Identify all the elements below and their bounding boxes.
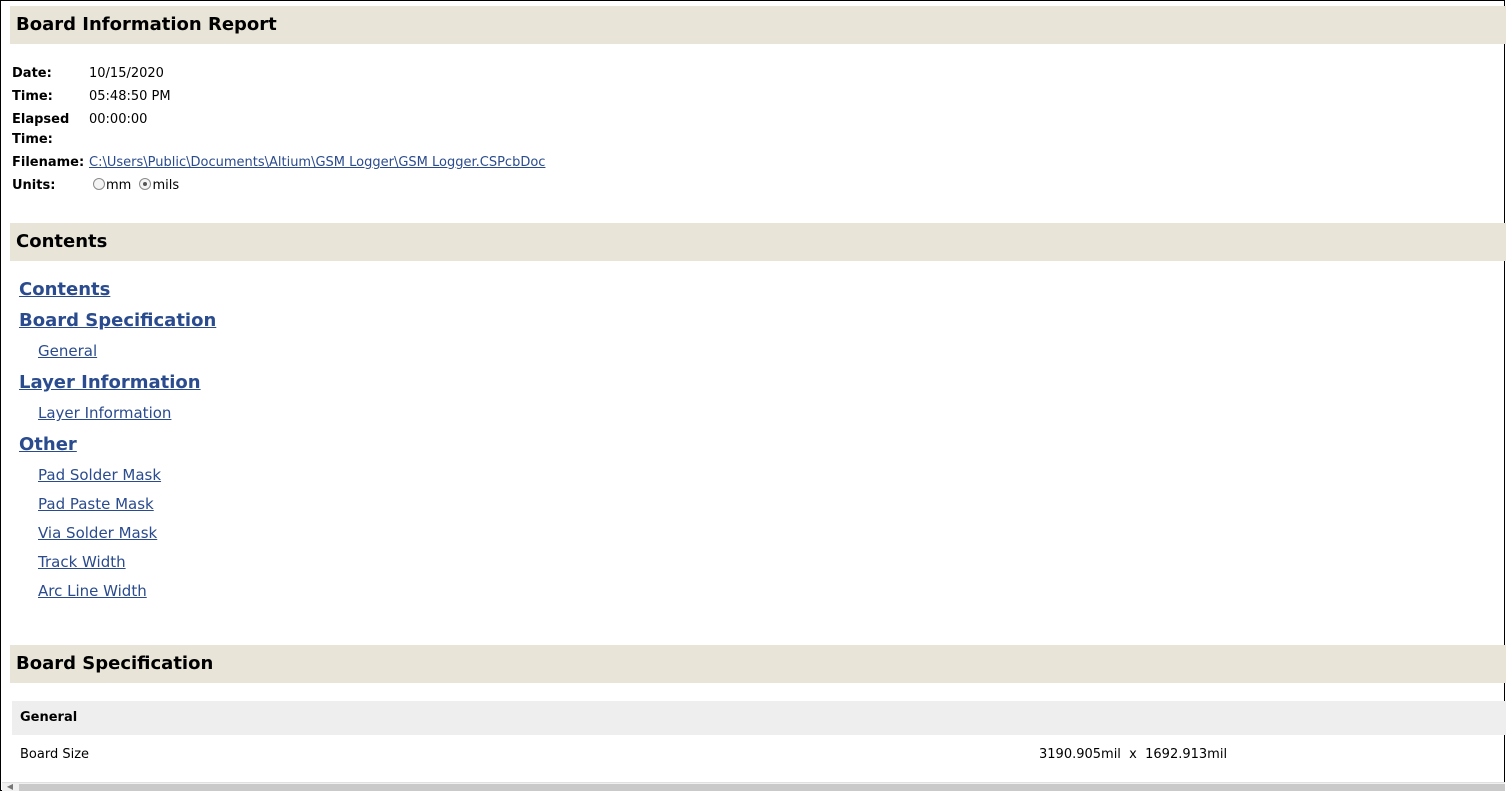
report-meta: Date: 10/15/2020 Time: 05:48:50 PM Elaps… — [12, 61, 545, 196]
report-page: Board Information Report Date: 10/15/202… — [0, 0, 1506, 791]
elapsed-value: 00:00:00 — [89, 112, 148, 127]
board-specification-header: Board Specification — [10, 645, 1506, 683]
filename-label: Filename: — [12, 155, 85, 170]
time-row: Time: 05:48:50 PM — [12, 84, 545, 107]
toc-pad-paste-mask-link[interactable]: Pad Paste Mask — [38, 493, 216, 522]
units-row: Units: mm mils — [12, 173, 545, 196]
elapsed-row: Elapsed Time: 00:00:00 — [12, 107, 545, 150]
toc-general-link[interactable]: General — [38, 340, 216, 371]
units-mils-label[interactable]: mils — [152, 178, 179, 193]
toc-layer-information-link[interactable]: Layer Information — [19, 371, 216, 402]
toc-contents-link[interactable]: Contents — [19, 278, 216, 309]
board-size-label: Board Size — [20, 747, 90, 762]
date-row: Date: 10/15/2020 — [12, 61, 545, 84]
toc-other-link[interactable]: Other — [19, 433, 216, 464]
toc-arc-line-width-link[interactable]: Arc Line Width — [38, 580, 216, 609]
time-label: Time: — [12, 89, 53, 104]
date-value: 10/15/2020 — [89, 66, 164, 81]
board-size-value: 3190.905mil x 1692.913mil — [1039, 747, 1228, 762]
elapsed-label-line1: Elapsed — [12, 112, 70, 127]
scrollbar-thumb[interactable] — [19, 784, 1505, 791]
toc-layer-information-sub-link[interactable]: Layer Information — [38, 402, 216, 433]
toc-via-solder-mask-link[interactable]: Via Solder Mask — [38, 522, 216, 551]
elapsed-label-line2: Time: — [12, 132, 53, 147]
date-label: Date: — [12, 66, 52, 81]
general-subheader: General — [12, 701, 1506, 735]
toc-pad-solder-mask-link[interactable]: Pad Solder Mask — [38, 464, 216, 493]
time-value: 05:48:50 PM — [89, 89, 171, 104]
units-mm-radio[interactable] — [93, 178, 105, 190]
scroll-left-arrow-icon[interactable]: ◀ — [4, 783, 16, 791]
units-mils-radio[interactable] — [139, 178, 152, 190]
toc-board-specification-link[interactable]: Board Specification — [19, 309, 216, 340]
toc-track-width-link[interactable]: Track Width — [38, 551, 216, 580]
table-of-contents: Contents Board Specification General Lay… — [19, 278, 216, 609]
filename-row: Filename: C:\Users\Public\Documents\Alti… — [12, 150, 545, 173]
units-mm-label[interactable]: mm — [106, 178, 131, 193]
contents-header: Contents — [10, 223, 1506, 261]
units-label: Units: — [12, 178, 56, 193]
filename-link[interactable]: C:\Users\Public\Documents\Altium\GSM Log… — [89, 155, 545, 170]
units-selector: mm mils — [89, 176, 179, 196]
horizontal-scrollbar[interactable]: ◀ — [2, 782, 1505, 791]
report-title: Board Information Report — [10, 6, 1506, 44]
elapsed-label: Elapsed Time: — [12, 110, 89, 150]
